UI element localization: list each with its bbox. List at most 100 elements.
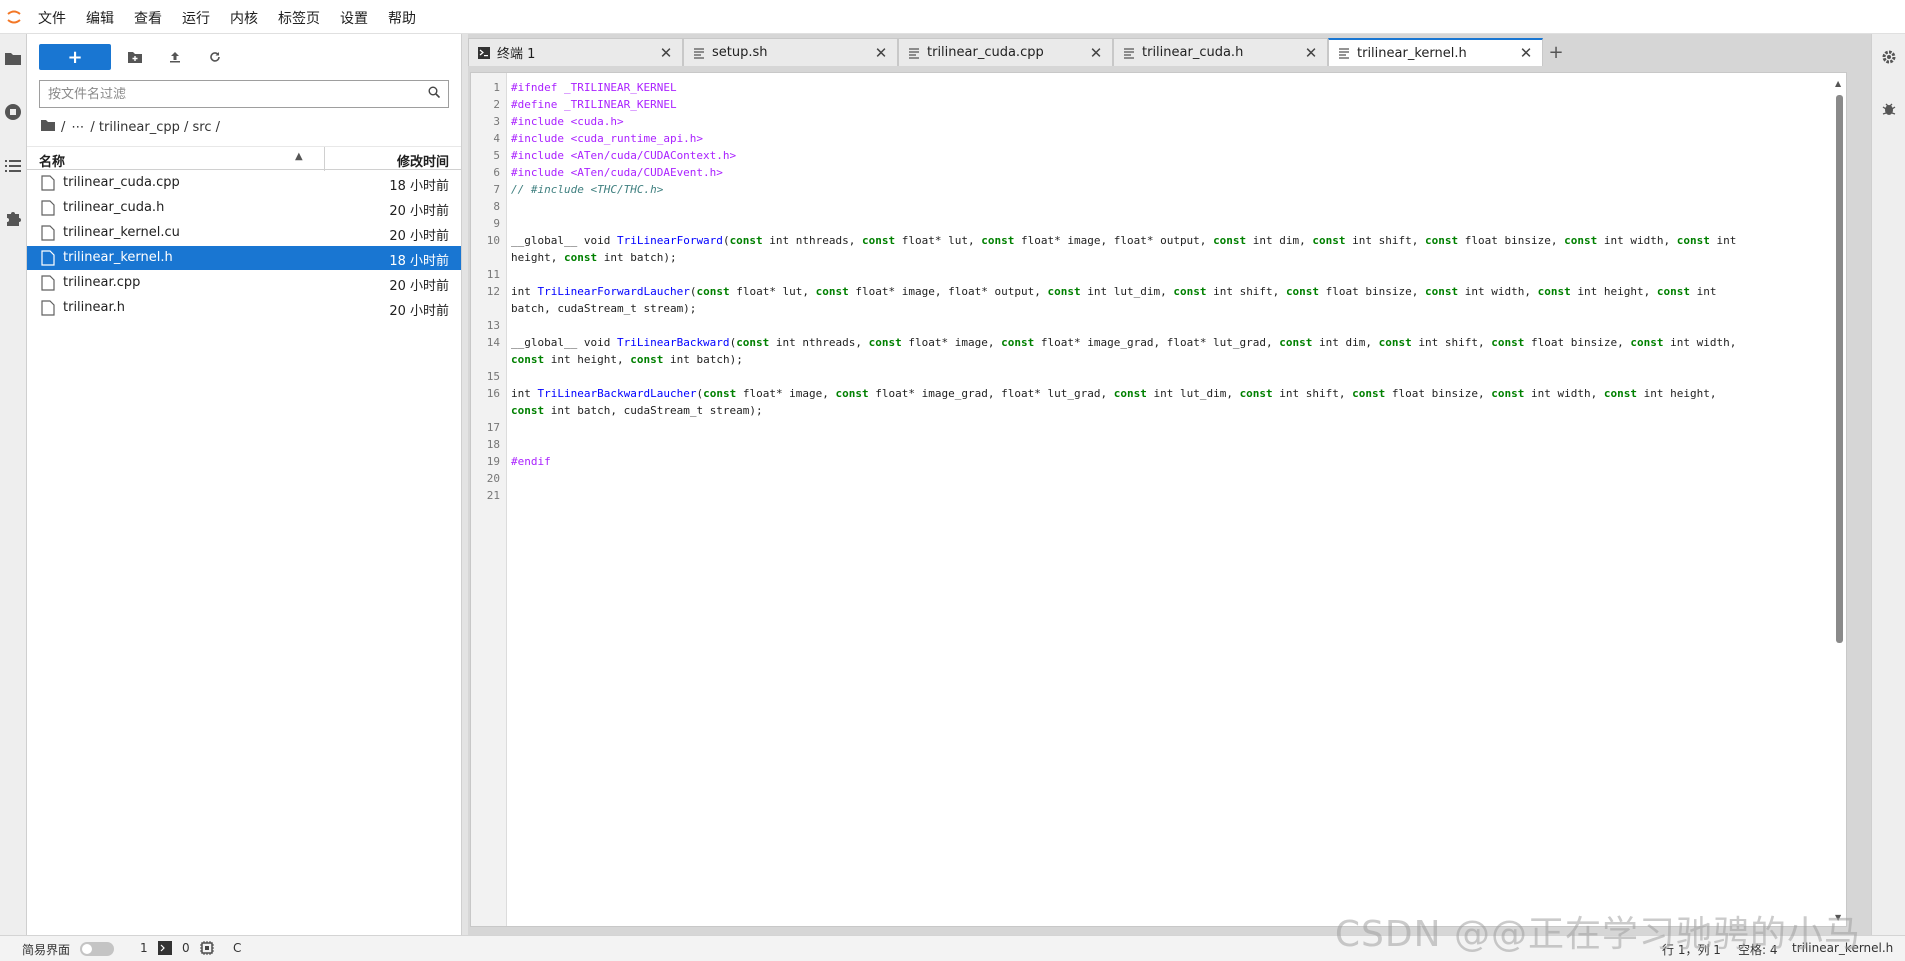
terminal-count[interactable]: 1 bbox=[140, 941, 148, 955]
file-row-trilinear-kernel-cu[interactable]: trilinear_kernel.cu 20 小时前 bbox=[27, 221, 461, 245]
running-sessions-icon[interactable] bbox=[3, 102, 23, 122]
breadcrumb-ellipsis[interactable]: ⋯ bbox=[71, 120, 84, 135]
tab-bar: 终端 1 ✕ setup.sh ✕ trilinear_cuda.cpp ✕ t… bbox=[468, 38, 1569, 66]
file-name: trilinear.h bbox=[63, 300, 126, 315]
close-icon[interactable]: ✕ bbox=[1518, 44, 1534, 62]
code-line[interactable]: #include <ATen/cuda/CUDAEvent.h> bbox=[511, 164, 723, 181]
file-icon bbox=[41, 300, 57, 316]
sort-ascending-icon[interactable]: ▲ bbox=[295, 151, 303, 162]
line-number: 8 bbox=[493, 200, 500, 213]
close-icon[interactable]: ✕ bbox=[873, 44, 889, 62]
file-modified: 18 小时前 bbox=[389, 179, 449, 194]
breadcrumb-root[interactable]: / bbox=[61, 120, 65, 135]
tab-trilinear-cuda-cpp[interactable]: trilinear_cuda.cpp ✕ bbox=[898, 38, 1113, 66]
file-row-trilinear-cuda-cpp[interactable]: trilinear_cuda.cpp 18 小时前 bbox=[27, 171, 461, 195]
code-line[interactable]: // #include <THC/THC.h> bbox=[511, 181, 663, 198]
tab-label: trilinear_kernel.h bbox=[1357, 45, 1467, 61]
file-row-trilinear-h[interactable]: trilinear.h 20 小时前 bbox=[27, 296, 461, 320]
menu-view[interactable]: 查看 bbox=[124, 0, 172, 34]
add-tab-icon[interactable]: + bbox=[1543, 38, 1569, 66]
new-launcher-button[interactable]: + bbox=[39, 44, 111, 70]
line-number: 21 bbox=[486, 489, 500, 502]
new-folder-icon[interactable] bbox=[119, 44, 151, 70]
close-icon[interactable]: ✕ bbox=[658, 44, 674, 62]
property-inspector-gear-icon[interactable] bbox=[1880, 48, 1898, 66]
vertical-scrollbar[interactable]: ▲ ▼ bbox=[1834, 79, 1844, 922]
file-row-trilinear-cpp[interactable]: trilinear.cpp 20 小时前 bbox=[27, 271, 461, 295]
simple-mode-toggle[interactable] bbox=[80, 942, 114, 956]
menu-settings[interactable]: 设置 bbox=[330, 0, 378, 34]
line-number: 6 bbox=[493, 166, 500, 179]
debugger-bug-icon[interactable] bbox=[1880, 100, 1898, 118]
code-line[interactable]: const int height, const int batch); bbox=[511, 351, 743, 368]
menu-kernel[interactable]: 内核 bbox=[220, 0, 268, 34]
code-line[interactable]: #include <ATen/cuda/CUDAContext.h> bbox=[511, 147, 736, 164]
code-line[interactable]: #define _TRILINEAR_KERNEL bbox=[511, 96, 677, 113]
terminal-status-icon[interactable] bbox=[158, 941, 172, 958]
code-line[interactable]: const int batch, cudaStream_t stream); bbox=[511, 402, 763, 419]
left-activity-bar bbox=[0, 34, 27, 935]
code-line[interactable]: #include <cuda.h> bbox=[511, 113, 624, 130]
menu-tabs[interactable]: 标签页 bbox=[268, 0, 330, 34]
file-browser-toolbar: + bbox=[39, 44, 231, 70]
code-editor[interactable]: 1 2 3 4 5 6 7 8 9 10 11 12 13 14 15 16 17 18 19 20 21 #ifnde… bbox=[470, 72, 1847, 927]
kernel-count[interactable]: 0 bbox=[182, 941, 190, 955]
code-line[interactable]: height, const int batch); bbox=[511, 249, 677, 266]
close-icon[interactable]: ✕ bbox=[1303, 44, 1319, 62]
menu-bar: 文件 编辑 查看 运行 内核 标签页 设置 帮助 bbox=[0, 0, 1905, 34]
file-row-trilinear-kernel-h[interactable]: trilinear_kernel.h 18 小时前 bbox=[27, 246, 461, 270]
code-line[interactable]: batch, cudaStream_t stream); bbox=[511, 300, 696, 317]
file-browser-panel: + / ⋯ / trilinear_cpp / src / 名称 ▲ 修改时间 … bbox=[27, 34, 461, 935]
tab-terminal-1[interactable]: 终端 1 ✕ bbox=[468, 38, 683, 66]
menu-edit[interactable]: 编辑 bbox=[76, 0, 124, 34]
column-header-name[interactable]: 名称 bbox=[39, 151, 65, 170]
column-header-modified[interactable]: 修改时间 bbox=[397, 151, 449, 170]
file-type-indicator[interactable]: C bbox=[233, 941, 241, 955]
home-folder-icon[interactable] bbox=[41, 119, 55, 135]
csdn-watermark: CSDN @@正在学习驰骋的小马 bbox=[1334, 914, 1861, 955]
scrollbar-thumb[interactable] bbox=[1836, 95, 1843, 643]
text-file-icon bbox=[692, 46, 706, 60]
upload-icon[interactable] bbox=[159, 44, 191, 70]
code-line[interactable]: #endif bbox=[511, 453, 551, 470]
code-line[interactable]: __global__ void TriLinearBackward(const … bbox=[511, 334, 1736, 351]
tab-trilinear-cuda-h[interactable]: trilinear_cuda.h ✕ bbox=[1113, 38, 1328, 66]
tab-trilinear-kernel-h[interactable]: trilinear_kernel.h ✕ bbox=[1328, 38, 1543, 66]
file-modified: 20 小时前 bbox=[389, 304, 449, 319]
code-line[interactable]: int TriLinearBackwardLaucher(const float… bbox=[511, 385, 1716, 402]
menu-help[interactable]: 帮助 bbox=[378, 0, 426, 34]
close-icon[interactable]: ✕ bbox=[1088, 44, 1104, 62]
scroll-up-icon[interactable]: ▲ bbox=[1835, 79, 1841, 88]
file-filter-field[interactable] bbox=[39, 80, 449, 108]
menu-run[interactable]: 运行 bbox=[172, 0, 220, 34]
panel-resize-handle[interactable] bbox=[461, 34, 468, 935]
refresh-icon[interactable] bbox=[199, 44, 231, 70]
tab-label: 终端 1 bbox=[497, 47, 536, 62]
line-number: 3 bbox=[493, 115, 500, 128]
file-modified: 20 小时前 bbox=[389, 229, 449, 244]
extension-puzzle-icon[interactable] bbox=[3, 208, 23, 228]
file-filter-input[interactable] bbox=[48, 86, 428, 102]
file-row-trilinear-cuda-h[interactable]: trilinear_cuda.h 20 小时前 bbox=[27, 196, 461, 220]
tab-setup-sh[interactable]: setup.sh ✕ bbox=[683, 38, 898, 66]
code-line[interactable]: __global__ void TriLinearForward(const i… bbox=[511, 232, 1736, 249]
text-file-icon bbox=[907, 46, 921, 60]
simple-mode-label: 简易界面 bbox=[22, 943, 71, 957]
file-name: trilinear_cuda.h bbox=[63, 200, 165, 215]
folder-icon[interactable] bbox=[3, 48, 23, 68]
file-modified: 18 小时前 bbox=[389, 254, 449, 269]
menu-file[interactable]: 文件 bbox=[28, 0, 76, 34]
file-name: trilinear_kernel.h bbox=[63, 250, 173, 265]
jupyter-logo-icon bbox=[0, 0, 28, 34]
line-number: 16 bbox=[486, 387, 500, 400]
file-icon bbox=[41, 250, 57, 266]
table-of-contents-icon[interactable] bbox=[3, 156, 23, 176]
code-line[interactable]: #include <cuda_runtime_api.h> bbox=[511, 130, 703, 147]
column-divider[interactable] bbox=[324, 147, 325, 171]
file-name: trilinear_cuda.cpp bbox=[63, 175, 180, 190]
breadcrumb-path[interactable]: / trilinear_cpp / src / bbox=[90, 120, 220, 135]
code-line[interactable]: int TriLinearForwardLaucher(const float*… bbox=[511, 283, 1716, 300]
tab-label: setup.sh bbox=[712, 45, 768, 60]
code-line[interactable]: #ifndef _TRILINEAR_KERNEL bbox=[511, 79, 677, 96]
kernel-status-icon[interactable] bbox=[200, 941, 214, 958]
